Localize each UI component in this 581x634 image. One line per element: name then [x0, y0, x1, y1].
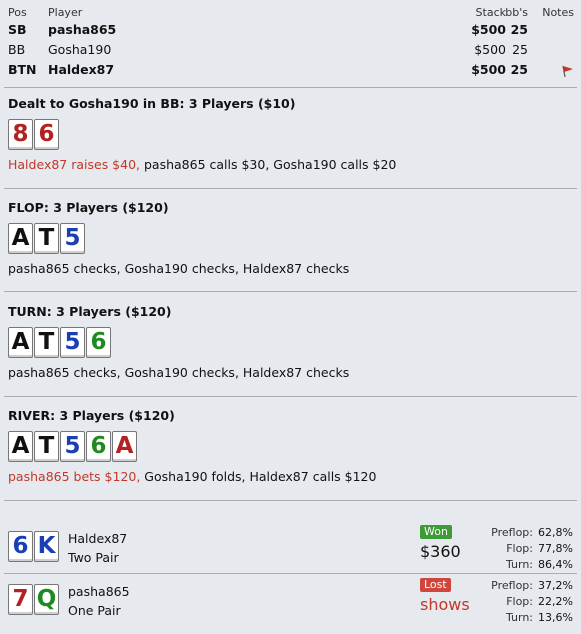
- player-name[interactable]: pasha865: [48, 20, 116, 40]
- board-cards: A T 5 6: [8, 327, 573, 358]
- flop-title: FLOP: 3 Players ($120): [8, 200, 169, 215]
- player-pos: BB: [8, 42, 26, 57]
- stat-label: Preflop:: [491, 579, 533, 592]
- card: A: [8, 223, 33, 254]
- player-row: SB pasha865 $500 25: [8, 20, 576, 40]
- result-hand: Two Pair: [68, 550, 119, 565]
- divider: [4, 188, 577, 189]
- turn-section: TURN: 3 Players ($120) A T 5 6 pasha865 …: [8, 303, 573, 382]
- players-table-header: Pos Player Stack bb's Notes: [8, 6, 576, 20]
- header-stack[interactable]: Stack: [476, 6, 506, 20]
- river-action: pasha865 bets $120, Gosha190 folds, Hald…: [8, 468, 573, 486]
- divider: [4, 87, 577, 88]
- divider: [4, 500, 577, 501]
- stat-label: Flop:: [506, 542, 533, 555]
- result-amount: $360: [420, 542, 461, 561]
- card: A: [8, 327, 33, 358]
- stat-value: 37,2%: [538, 579, 573, 592]
- card: T: [34, 431, 59, 462]
- stat-value: 13,6%: [538, 611, 573, 624]
- result-player: Haldex87 Two Pair: [68, 529, 127, 567]
- result-row: 6 K Haldex87 Two Pair Won $360 Preflop: 6…: [8, 525, 573, 573]
- shown-cards: 6 K: [8, 531, 59, 562]
- divider: [4, 573, 577, 574]
- divider: [4, 396, 577, 397]
- card: 7: [8, 584, 33, 615]
- result-player-name[interactable]: pasha865: [68, 582, 130, 601]
- player-name[interactable]: Haldex87: [48, 60, 114, 80]
- river-action-bet: pasha865 bets $120,: [8, 469, 141, 484]
- card: 5: [60, 223, 85, 254]
- result-player-name[interactable]: Haldex87: [68, 529, 127, 548]
- player-bbs: 25: [510, 22, 528, 37]
- stat-label: Turn:: [505, 611, 533, 624]
- result-row: 7 Q pasha865 One Pair Lost shows Preflop…: [8, 578, 573, 626]
- lost-badge: Lost: [420, 578, 451, 592]
- card: 5: [60, 431, 85, 462]
- player-pos: BTN: [8, 62, 37, 77]
- card: A: [112, 431, 137, 462]
- card: 6: [86, 327, 111, 358]
- stat-value: 77,8%: [538, 542, 573, 555]
- header-player[interactable]: Player: [48, 6, 82, 20]
- stat-label: Preflop:: [491, 526, 533, 539]
- divider: [4, 291, 577, 292]
- player-stack: $500: [471, 62, 506, 77]
- turn-title: TURN: 3 Players ($120): [8, 304, 172, 319]
- hole-cards: 8 6: [8, 119, 573, 150]
- preflop-action-rest: pasha865 calls $30, Gosha190 calls $20: [140, 157, 397, 172]
- card: 8: [8, 119, 33, 150]
- card: K: [34, 531, 59, 562]
- flop-section: FLOP: 3 Players ($120) A T 5 pasha865 ch…: [8, 199, 573, 278]
- card: 6: [34, 119, 59, 150]
- player-row: BB Gosha190 $500 25: [8, 40, 576, 60]
- preflop-action: Haldex87 raises $40, pasha865 calls $30,…: [8, 156, 573, 174]
- card: A: [8, 431, 33, 462]
- result-player: pasha865 One Pair: [68, 582, 130, 620]
- players-table: Pos Player Stack bb's Notes SB pasha865 …: [8, 6, 576, 80]
- player-bbs: 25: [512, 42, 528, 57]
- flop-action: pasha865 checks, Gosha190 checks, Haldex…: [8, 261, 350, 276]
- player-bbs: 25: [510, 62, 528, 77]
- turn-action: pasha865 checks, Gosha190 checks, Haldex…: [8, 365, 350, 380]
- result-hand: One Pair: [68, 603, 121, 618]
- header-bbs[interactable]: bb's: [505, 6, 528, 20]
- card: 5: [60, 327, 85, 358]
- board-cards: A T 5 6 A: [8, 431, 573, 462]
- river-action-rest: Gosha190 folds, Haldex87 calls $120: [140, 469, 377, 484]
- player-row: BTN Haldex87 $500 25: [8, 60, 576, 80]
- stat-value: 22,2%: [538, 595, 573, 608]
- header-notes[interactable]: Notes: [542, 6, 574, 20]
- player-stack: $500: [474, 42, 506, 57]
- card: 6: [86, 431, 111, 462]
- equity-stats: Preflop: 62,8% Flop: 77,8% Turn: 86,4%: [473, 525, 573, 573]
- player-name[interactable]: Gosha190: [48, 40, 111, 60]
- player-stack: $500: [471, 22, 506, 37]
- result-amount: shows: [420, 595, 470, 614]
- stat-label: Flop:: [506, 595, 533, 608]
- card: Q: [34, 584, 59, 615]
- preflop-title: Dealt to Gosha190 in BB: 3 Players ($10): [8, 96, 296, 111]
- river-section: RIVER: 3 Players ($120) A T 5 6 A pasha8…: [8, 407, 573, 486]
- equity-stats: Preflop: 37,2% Flop: 22,2% Turn: 13,6%: [473, 578, 573, 626]
- header-pos[interactable]: Pos: [8, 6, 27, 20]
- card: T: [34, 223, 59, 254]
- preflop-section: Dealt to Gosha190 in BB: 3 Players ($10)…: [8, 95, 573, 174]
- won-badge: Won: [420, 525, 452, 539]
- stat-value: 62,8%: [538, 526, 573, 539]
- stat-label: Turn:: [505, 558, 533, 571]
- card: T: [34, 327, 59, 358]
- red-flag-icon[interactable]: [560, 64, 574, 78]
- shown-cards: 7 Q: [8, 584, 59, 615]
- river-title: RIVER: 3 Players ($120): [8, 408, 175, 423]
- card: 6: [8, 531, 33, 562]
- stat-value: 86,4%: [538, 558, 573, 571]
- player-pos: SB: [8, 22, 27, 37]
- preflop-action-raise: Haldex87 raises $40,: [8, 157, 141, 172]
- board-cards: A T 5: [8, 223, 573, 254]
